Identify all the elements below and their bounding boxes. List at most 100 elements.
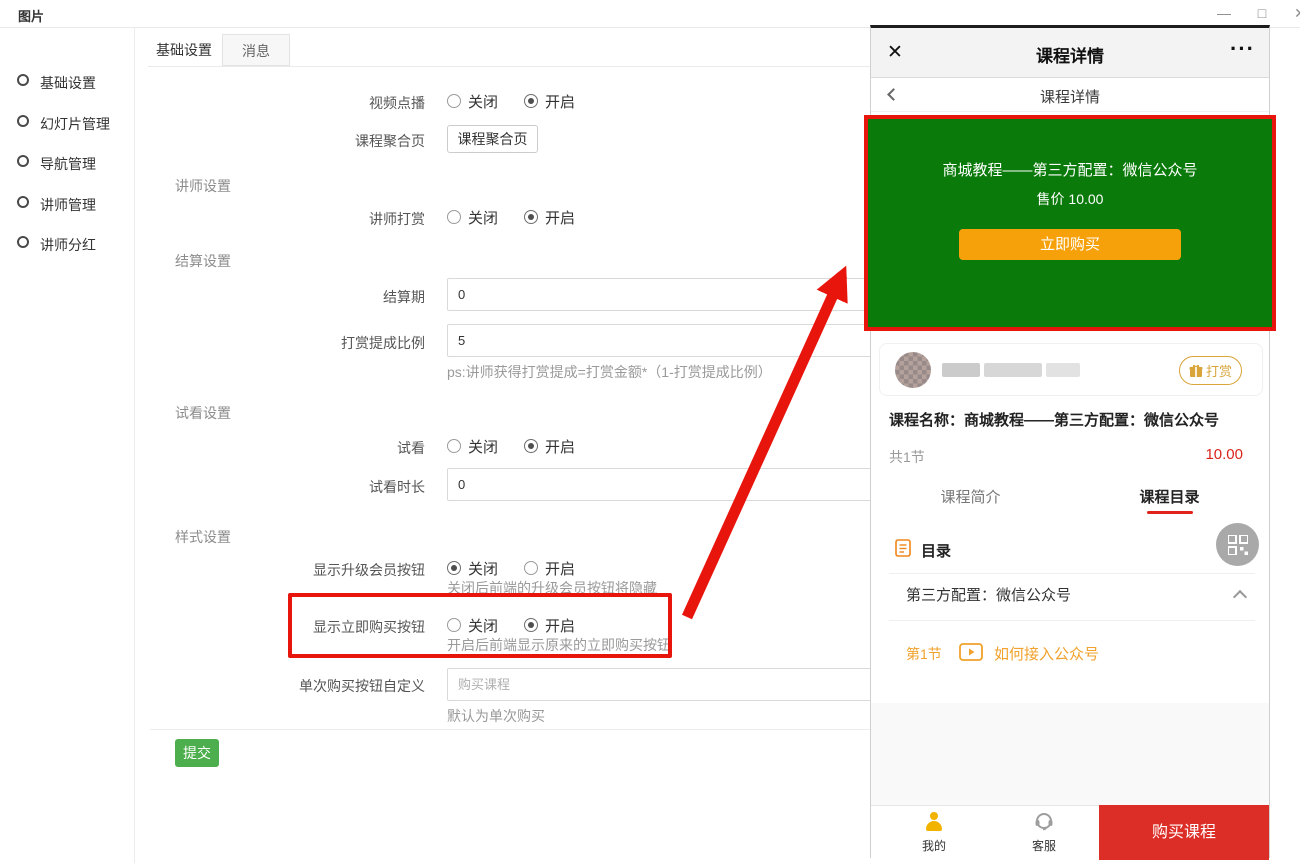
gift-icon — [1189, 364, 1203, 378]
field-label-aggregation: 课程聚合页 — [150, 131, 425, 151]
video-play-icon — [959, 643, 983, 664]
minimize-icon[interactable]: — — [1212, 2, 1236, 24]
form-divider — [150, 729, 884, 730]
tabbar-label: 我的 — [899, 837, 969, 854]
sidebar-item-label: 基础设置 — [40, 73, 96, 93]
purchase-course-button[interactable]: 购买课程 — [1099, 805, 1269, 860]
section-teacher-settings: 讲师设置 — [175, 176, 231, 196]
circle-icon — [17, 74, 29, 86]
phone-sub-title: 课程详情 — [871, 86, 1269, 107]
tabbar-item-mine[interactable]: 我的 — [899, 812, 969, 854]
circle-icon — [17, 155, 29, 167]
field-label-buy-button: 显示立即购买按钮 — [150, 617, 425, 637]
chevron-up-icon[interactable] — [1233, 590, 1247, 604]
buy-button-helper: 开启后前端显示原来的立即购买按钮 — [447, 635, 671, 655]
tab-course-catalog[interactable]: 课程目录 — [1070, 486, 1269, 507]
radio-on[interactable]: 开启 — [524, 91, 575, 112]
radio-on[interactable]: 开启 — [524, 615, 575, 636]
radio-icon — [524, 210, 538, 224]
sidebar-item-navigation[interactable]: 导航管理 — [0, 147, 135, 177]
chapter-title: 第三方配置：微信公众号 — [906, 584, 1071, 605]
sidebar-item-teacher-dividend[interactable]: 讲师分红 — [0, 228, 135, 258]
radio-on[interactable]: 开启 — [524, 558, 575, 579]
circle-icon — [17, 236, 29, 248]
radio-on[interactable]: 开启 — [524, 436, 575, 457]
reward-ratio-input[interactable] — [447, 324, 884, 357]
field-label-single-buy: 单次购买按钮自定义 — [150, 676, 425, 696]
radio-icon — [447, 210, 461, 224]
trial-duration-input[interactable] — [447, 468, 884, 501]
close-icon[interactable]: ✕ — [1288, 2, 1300, 24]
submit-button[interactable]: 提交 — [175, 739, 219, 767]
field-label-trial: 试看 — [150, 438, 425, 458]
radio-off[interactable]: 关闭 — [447, 207, 498, 228]
section-trial-settings: 试看设置 — [175, 403, 231, 423]
headset-icon — [1034, 812, 1054, 832]
author-card: 打赏 — [879, 343, 1263, 396]
window-titlebar: 图片 — □ ✕ — [0, 0, 1300, 28]
phone-page-title: 课程详情 — [871, 42, 1269, 67]
avatar — [895, 352, 931, 388]
settlement-period-input[interactable] — [447, 278, 884, 311]
reward-button[interactable]: 打赏 — [1179, 356, 1242, 385]
document-icon — [895, 539, 911, 560]
content-background — [871, 703, 1269, 805]
radio-on[interactable]: 开启 — [524, 207, 575, 228]
radio-icon — [524, 561, 538, 575]
radio-group-upgrade-button: 关闭 开启 — [447, 559, 575, 577]
tabbar-item-service[interactable]: 客服 — [1009, 812, 1079, 854]
maximize-icon[interactable]: □ — [1250, 2, 1274, 24]
person-icon — [924, 812, 944, 832]
qrcode-button[interactable] — [1216, 523, 1259, 566]
tab-course-intro[interactable]: 课程简介 — [871, 486, 1070, 507]
radio-group-buy-button: 关闭 开启 — [447, 616, 575, 634]
phone-preview: ✕ 课程详情 ··· 课程详情 商城教程——第三方配置：微信公众号 售价 10.… — [870, 25, 1270, 858]
single-buy-input[interactable] — [447, 668, 884, 701]
radio-icon — [447, 94, 461, 108]
active-tab-underline — [1147, 511, 1193, 514]
phone-tabbar: 我的 客服 购买课程 — [871, 805, 1269, 859]
radio-off[interactable]: 关闭 — [447, 558, 498, 579]
sidebar-item-slides[interactable]: 幻灯片管理 — [0, 107, 135, 137]
radio-icon — [447, 439, 461, 453]
aggregation-page-button[interactable]: 课程聚合页 — [447, 125, 538, 153]
sidebar: 基础设置 幻灯片管理 导航管理 讲师管理 讲师分红 — [0, 28, 135, 863]
sidebar-item-label: 讲师分红 — [40, 235, 96, 255]
section-settlement-settings: 结算设置 — [175, 251, 231, 271]
radio-group-trial: 关闭 开启 — [447, 437, 575, 455]
list-divider — [889, 573, 1255, 574]
phone-subheader: 课程详情 — [871, 78, 1269, 112]
lesson-title[interactable]: 如何接入公众号 — [994, 643, 1099, 664]
radio-off[interactable]: 关闭 — [447, 615, 498, 636]
sidebar-item-label: 导航管理 — [40, 154, 96, 174]
field-label-teacher-reward: 讲师打赏 — [150, 209, 425, 229]
course-name-line: 课程名称：商城教程——第三方配置：微信公众号 — [889, 409, 1219, 430]
catalog-header: 目录 — [921, 540, 951, 561]
tab-basic-settings[interactable]: 基础设置 — [148, 34, 220, 66]
field-label-upgrade-button: 显示升级会员按钮 — [150, 560, 425, 580]
tabs-divider — [148, 66, 884, 67]
sections-count: 共1节 — [889, 447, 925, 467]
radio-icon — [524, 618, 538, 632]
course-price: 10.00 — [1205, 446, 1243, 463]
radio-icon — [524, 439, 538, 453]
section-style-settings: 样式设置 — [175, 527, 231, 547]
list-divider — [889, 620, 1255, 621]
sidebar-item-basic-settings[interactable]: 基础设置 — [0, 66, 135, 96]
buy-now-button[interactable]: 立即购买 — [959, 229, 1181, 260]
reward-ratio-helper: ps:讲师获得打赏提成=打赏金额*（1-打赏提成比例） — [447, 362, 772, 382]
qrcode-icon — [1228, 535, 1248, 555]
more-icon[interactable]: ··· — [1230, 36, 1255, 62]
radio-group-video-vod: 关闭 开启 — [447, 92, 575, 110]
radio-icon — [524, 94, 538, 108]
phone-header: ✕ 课程详情 ··· — [871, 28, 1269, 78]
sidebar-item-teachers[interactable]: 讲师管理 — [0, 188, 135, 218]
radio-group-teacher-reward: 关闭 开启 — [447, 208, 575, 226]
radio-off[interactable]: 关闭 — [447, 436, 498, 457]
radio-off[interactable]: 关闭 — [447, 91, 498, 112]
field-label-trial-duration: 试看时长 — [150, 477, 425, 497]
course-banner: 商城教程——第三方配置：微信公众号 售价 10.00 立即购买 — [864, 115, 1276, 331]
tab-messages[interactable]: 消息 — [222, 34, 290, 66]
sidebar-item-label: 讲师管理 — [40, 195, 96, 215]
sidebar-item-label: 幻灯片管理 — [40, 114, 110, 134]
